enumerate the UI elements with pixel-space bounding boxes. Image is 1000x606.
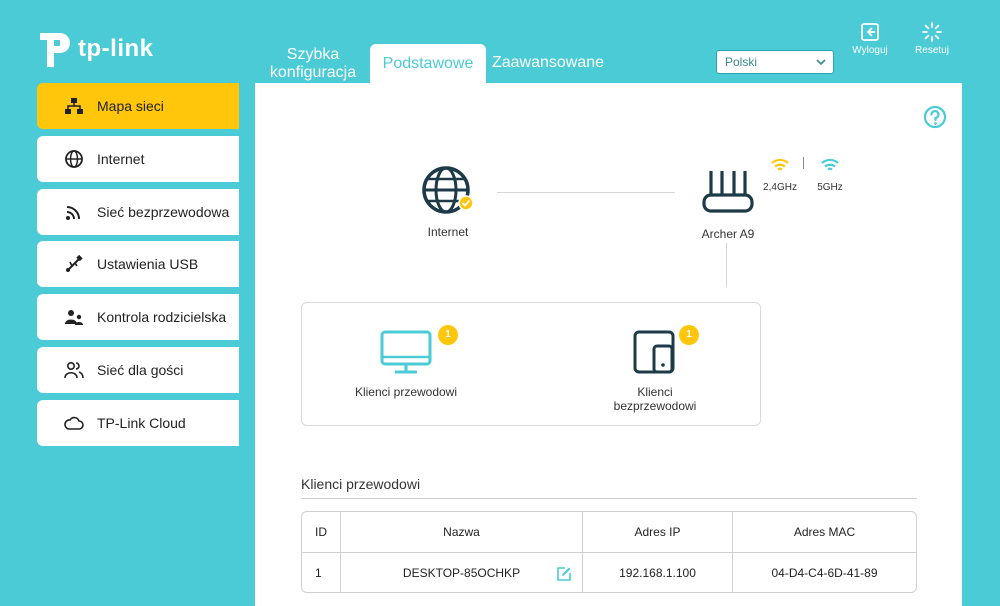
monitor-icon	[380, 330, 432, 374]
help-icon[interactable]	[923, 105, 947, 129]
wifi-icon	[63, 201, 85, 223]
sidebar-item-internet[interactable]: Internet	[37, 135, 239, 182]
cell-name-text: DESKTOP-85OCHKP	[402, 565, 521, 580]
logout-icon	[861, 23, 879, 41]
sidebar-item-guests[interactable]: Sieć dla gości	[37, 346, 239, 393]
router-icon	[702, 171, 754, 213]
tab-quick-setup[interactable]: Szybka konfiguracja	[258, 46, 368, 86]
internet-node[interactable]: Internet	[415, 163, 481, 239]
sidebar-item-wireless[interactable]: Sieć bezprzewodowa	[37, 188, 239, 235]
language-selected: Polski	[725, 55, 758, 69]
sidebar-item-label: Ustawienia USB	[97, 256, 199, 273]
edit-icon[interactable]	[556, 566, 572, 582]
band-5-label: 5GHz	[817, 182, 843, 193]
sidebar-item-label: Sieć dla gości	[97, 361, 184, 378]
logo-text: tp-link	[78, 35, 154, 62]
wired-count-badge: 1	[438, 325, 458, 345]
col-header-ip: Adres IP	[583, 512, 733, 552]
parental-icon	[63, 306, 85, 328]
cell-name: DESKTOP-85OCHKP	[341, 553, 583, 592]
network-map-icon	[63, 95, 85, 117]
tp-link-logo-icon	[40, 33, 70, 67]
col-header-name: Nazwa	[341, 512, 583, 552]
sidebar: Mapa sieci Internet Sieć bezprzewodowa U…	[37, 83, 239, 453]
logout-label: Wyloguj	[852, 45, 888, 56]
usb-icon	[63, 253, 85, 275]
wifi-icon	[821, 158, 839, 171]
devices-icon	[633, 330, 675, 374]
sidebar-item-label: Internet	[97, 150, 145, 167]
sidebar-item-label: TP-Link Cloud	[97, 414, 186, 431]
wireless-clients-label-line2: bezprzewodowi	[613, 399, 697, 413]
globe-icon	[63, 148, 85, 170]
sidebar-item-cloud[interactable]: TP-Link Cloud	[37, 399, 239, 446]
main-panel: Internet Archer A9 2,4GHz 5GHz Klienci p…	[255, 83, 962, 606]
reset-icon	[922, 22, 942, 42]
sidebar-item-usb[interactable]: Ustawienia USB	[37, 241, 239, 288]
section-title: Klienci przewodowi	[301, 476, 917, 499]
tab-quick-setup-line1: Szybka	[286, 46, 340, 63]
tab-quick-setup-line2: konfiguracja	[269, 64, 357, 81]
cell-ip: 192.168.1.100	[583, 553, 733, 592]
wired-clients-table: ID Nazwa Adres IP Adres MAC 1 DESKTOP-85…	[301, 511, 917, 593]
band-separator	[803, 157, 804, 169]
guests-icon	[63, 359, 85, 381]
language-select[interactable]: Polski	[716, 50, 834, 74]
sidebar-item-parental[interactable]: Kontrola rodzicielska	[37, 294, 239, 341]
internet-label: Internet	[427, 225, 469, 239]
wireless-clients-label-line1: Klienci	[637, 385, 673, 399]
connection-line	[497, 192, 675, 193]
sidebar-item-label: Kontrola rodzicielska	[97, 309, 227, 326]
connection-line	[726, 243, 727, 287]
cell-id: 1	[302, 553, 341, 592]
sidebar-item-label: Sieć bezprzewodowa	[97, 203, 230, 220]
tp-link-logo: tp-link	[36, 26, 166, 72]
band-24-label: 2,4GHz	[763, 182, 797, 193]
band-24-status: 2,4GHz	[760, 157, 800, 193]
cloud-icon	[63, 412, 85, 434]
band-5-status: 5GHz	[813, 157, 847, 193]
reset-label: Resetuj	[915, 45, 949, 56]
sidebar-item-label: Mapa sieci	[97, 98, 164, 114]
wireless-count-badge: 1	[679, 325, 699, 345]
chevron-down-icon	[816, 59, 826, 66]
wireless-clients-button[interactable]: Klienci bezprzewodowi	[592, 329, 718, 413]
clients-panel: Klienci przewodowi 1 Klienci bezprzewodo…	[301, 302, 761, 426]
sidebar-item-network-map[interactable]: Mapa sieci	[37, 83, 239, 129]
router-node[interactable]: Archer A9	[691, 169, 765, 241]
col-header-id: ID	[302, 512, 341, 552]
cell-mac: 04-D4-C4-6D-41-89	[771, 565, 878, 580]
reset-button[interactable]: Resetuj	[908, 22, 956, 56]
col-header-mac: Adres MAC	[793, 525, 856, 539]
table-header-row: ID Nazwa Adres IP Adres MAC	[302, 512, 916, 552]
wired-clients-label: Klienci przewodowi	[354, 385, 458, 399]
router-label: Archer A9	[701, 227, 755, 241]
table-row: 1 DESKTOP-85OCHKP 192.168.1.100 04-D4-C4…	[302, 552, 916, 592]
globe-icon	[422, 166, 474, 214]
logout-button[interactable]: Wyloguj	[846, 22, 894, 56]
tab-basic[interactable]: Podstawowe	[370, 44, 486, 84]
wifi-icon	[771, 158, 789, 171]
